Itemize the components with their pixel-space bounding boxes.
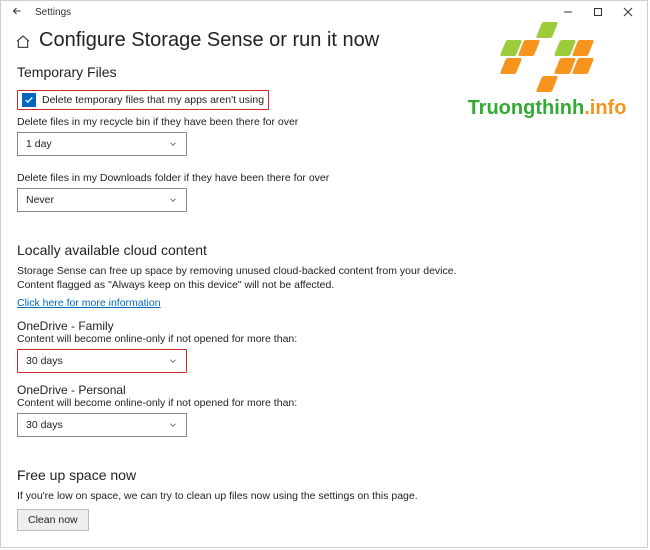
section-temporary-files: Temporary Files [17, 64, 631, 80]
title-bar: Settings [1, 1, 647, 23]
chevron-down-icon [168, 420, 178, 430]
section-cloud-content: Locally available cloud content [17, 242, 631, 258]
app-name: Settings [35, 7, 71, 18]
onedrive-personal-select[interactable]: 30 days [17, 413, 187, 437]
recycle-bin-select[interactable]: 1 day [17, 132, 187, 156]
cloud-desc-line2: Content flagged as "Always keep on this … [17, 279, 631, 291]
page-title: Configure Storage Sense or run it now [39, 29, 379, 52]
downloads-label: Delete files in my Downloads folder if t… [17, 172, 631, 184]
delete-temp-files-checkbox[interactable]: Delete temporary files that my apps aren… [17, 90, 269, 110]
checkbox-checked-icon [22, 93, 36, 107]
minimize-button[interactable] [553, 1, 583, 23]
home-icon[interactable] [15, 34, 29, 48]
maximize-button[interactable] [583, 1, 613, 23]
downloads-select[interactable]: Never [17, 188, 187, 212]
cloud-more-info-link[interactable]: Click here for more information [17, 297, 161, 309]
close-button[interactable] [613, 1, 643, 23]
onedrive-family-desc: Content will become online-only if not o… [17, 333, 631, 345]
recycle-bin-label: Delete files in my recycle bin if they h… [17, 116, 631, 128]
delete-temp-files-label: Delete temporary files that my apps aren… [42, 94, 264, 106]
chevron-down-icon [168, 356, 178, 366]
onedrive-family-title: OneDrive - Family [17, 319, 631, 333]
onedrive-family-value: 30 days [26, 355, 63, 367]
onedrive-family-select[interactable]: 30 days [17, 349, 187, 373]
chevron-down-icon [168, 195, 178, 205]
clean-now-button[interactable]: Clean now [17, 509, 89, 531]
free-up-desc: If you're low on space, we can try to cl… [17, 489, 631, 504]
onedrive-personal-value: 30 days [26, 419, 63, 431]
recycle-bin-value: 1 day [26, 138, 52, 150]
downloads-value: Never [26, 194, 54, 206]
onedrive-personal-title: OneDrive - Personal [17, 383, 631, 397]
chevron-down-icon [168, 139, 178, 149]
cloud-desc-line1: Storage Sense can free up space by remov… [17, 264, 631, 279]
onedrive-personal-desc: Content will become online-only if not o… [17, 397, 631, 409]
back-icon[interactable] [11, 5, 23, 20]
section-free-up: Free up space now [17, 467, 631, 483]
